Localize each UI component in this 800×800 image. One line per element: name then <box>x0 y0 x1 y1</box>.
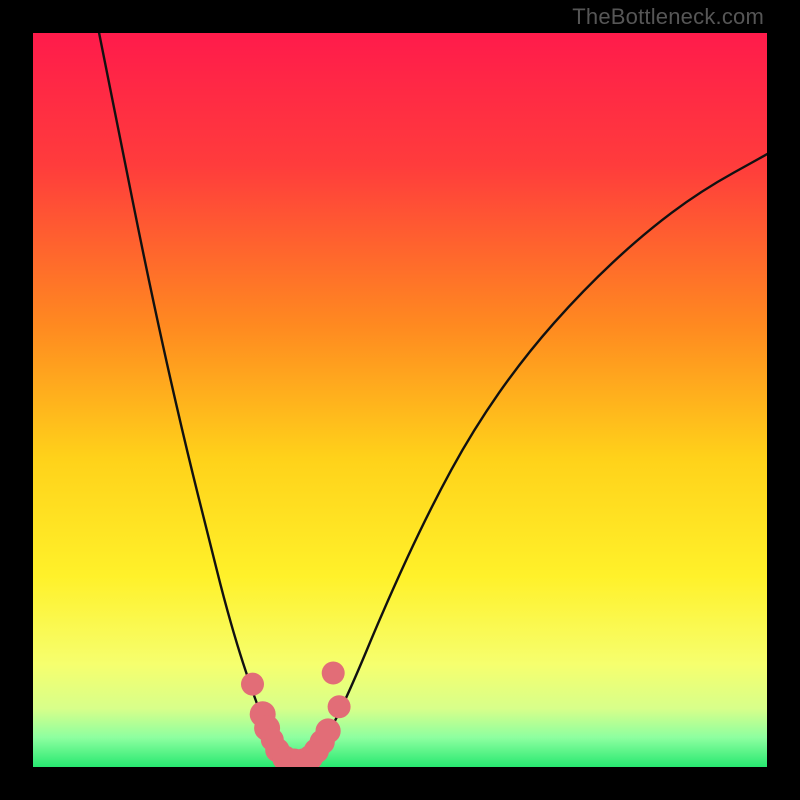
chart-svg <box>33 33 767 767</box>
outer-frame: TheBottleneck.com <box>0 0 800 800</box>
plot-area <box>33 33 767 767</box>
marker-group <box>241 662 351 768</box>
bottleneck-curve <box>99 33 767 761</box>
data-marker <box>322 662 345 685</box>
watermark-label: TheBottleneck.com <box>572 4 764 30</box>
data-marker <box>241 673 264 696</box>
data-marker <box>316 718 341 743</box>
data-marker <box>328 695 351 718</box>
